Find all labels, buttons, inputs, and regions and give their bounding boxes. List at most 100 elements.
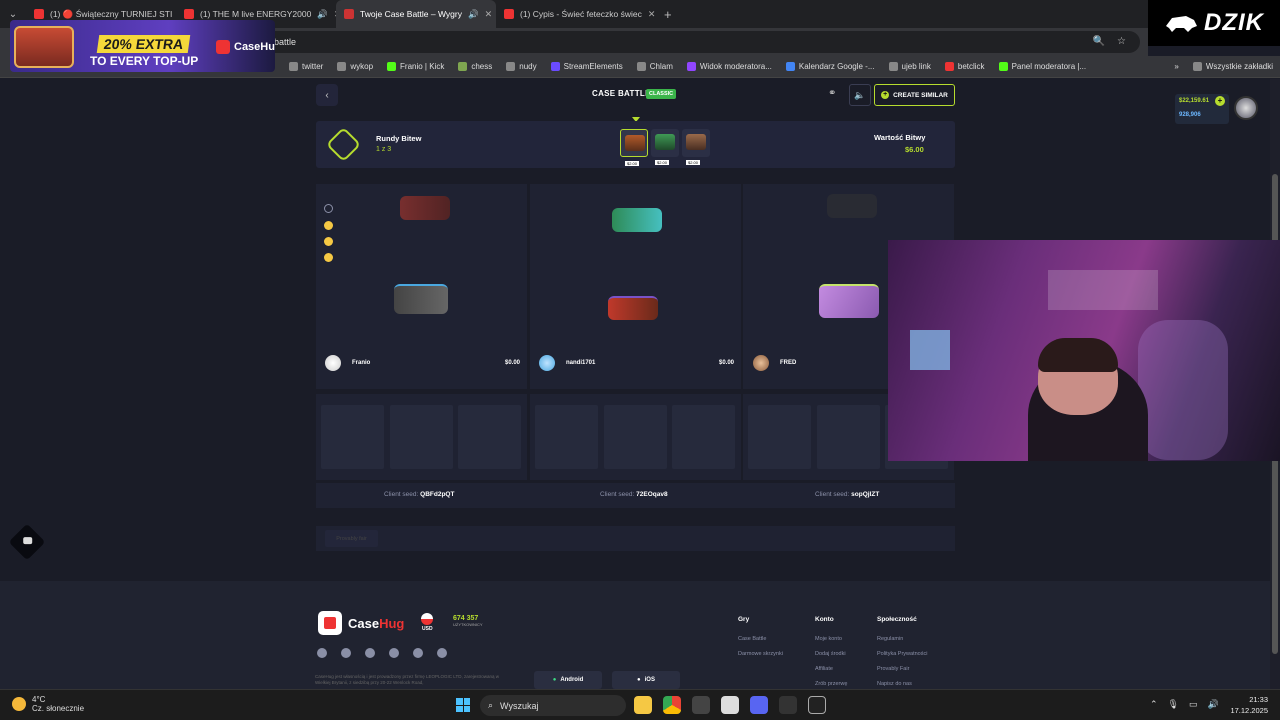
case-thumb[interactable]: $2.00: [682, 129, 710, 165]
user-count-label: UŻYTKOWNICY: [453, 622, 483, 627]
emote-icon[interactable]: [324, 204, 333, 213]
footer-link[interactable]: Affiliate: [815, 666, 833, 672]
tab-case-battle[interactable]: Twoje Case Battle – Wygry 🔊 ✕: [336, 0, 496, 28]
emote-icon[interactable]: [324, 253, 333, 262]
avatar[interactable]: [753, 355, 769, 371]
bookmark-panel-moderatora[interactable]: Panel moderatora |...: [992, 62, 1094, 71]
boar-icon: [1166, 16, 1197, 32]
file-explorer-icon[interactable]: [634, 696, 652, 714]
footer-link[interactable]: Dodaj środki: [815, 651, 846, 657]
speaker-icon[interactable]: 🔊: [317, 9, 328, 20]
user-avatar[interactable]: [1234, 96, 1258, 120]
taskbar-search[interactable]: ⌕ Wyszukaj: [480, 695, 626, 716]
store-label: iOS: [644, 677, 655, 683]
balance-value: $22,159.61: [1179, 98, 1210, 104]
all-bookmarks-folder[interactable]: Wszystkie zakładki: [1186, 62, 1280, 71]
windows-start-icon[interactable]: [456, 698, 470, 712]
epic-games-icon[interactable]: [808, 696, 826, 714]
chevron-up-icon[interactable]: ⌃: [1150, 699, 1158, 710]
bookmark-wykop[interactable]: wykop: [330, 62, 380, 71]
battle-actions-row: Provably fair: [316, 526, 955, 551]
casehug-ad-banner: 20% EXTRA TO EVERY TOP-UP CaseHug: [10, 20, 275, 72]
speaker-icon[interactable]: 🔊: [468, 9, 479, 20]
bookmark-chess[interactable]: chess: [451, 62, 499, 71]
footer-link[interactable]: Napisz do nas: [877, 681, 912, 687]
footer-link[interactable]: Polityka Prywatności: [877, 651, 927, 657]
poland-flag-icon[interactable]: [421, 613, 433, 625]
wallet-widget[interactable]: $22,159.61 + 928,906: [1175, 94, 1229, 124]
footer-link[interactable]: Darmowe skrzynki: [738, 651, 783, 657]
bookmark-streamelements[interactable]: StreamElements: [544, 62, 630, 71]
bookmark-chlam[interactable]: Chlam: [630, 62, 680, 71]
address-field[interactable]: battle 🔍 ☆: [260, 31, 1140, 53]
zoom-icon[interactable]: 🔍: [1093, 36, 1105, 47]
store-label: Android: [560, 677, 584, 683]
discord-icon[interactable]: [389, 648, 399, 658]
temperature: 4°C: [32, 695, 46, 704]
discord-icon[interactable]: [750, 696, 768, 714]
search-placeholder: Wyszukaj: [500, 700, 539, 711]
bookmark-kick[interactable]: Franio | Kick: [380, 62, 451, 71]
rounds-title: Rundy Bitew: [376, 134, 422, 143]
bookmark-kalendarz[interactable]: Kalendarz Google -...: [779, 62, 882, 71]
android-app-button[interactable]: ● Android: [534, 671, 602, 689]
ios-app-button[interactable]: ● iOS: [612, 671, 680, 689]
x-icon[interactable]: [365, 648, 375, 658]
footer-link[interactable]: Provably Fair: [877, 666, 909, 672]
chrome-icon[interactable]: [663, 696, 681, 714]
provably-fair-button[interactable]: Provably fair: [325, 530, 378, 547]
footer-link[interactable]: Moje konto: [815, 636, 842, 642]
casehug-logo-icon: [318, 611, 342, 635]
star-icon[interactable]: ☆: [1117, 36, 1126, 47]
instagram-icon[interactable]: [341, 648, 351, 658]
currency-selector[interactable]: USD: [422, 626, 433, 632]
steam-icon[interactable]: [413, 648, 423, 658]
emote-icon[interactable]: [324, 221, 333, 230]
rounds-count: 1 z 3: [376, 146, 392, 153]
dzik-text: DZIK: [1204, 9, 1264, 36]
item-slot: [458, 405, 521, 469]
weather-widget[interactable]: 4°C Cz. słonecznie: [12, 695, 84, 713]
volume-icon[interactable]: 🔊: [1208, 699, 1219, 710]
rounds-bar: Rundy Bitew 1 z 3 $2.00 $2.00 $2.00: [316, 121, 955, 168]
app-icon[interactable]: [779, 696, 797, 714]
microphone-icon[interactable]: 🎙: [1168, 699, 1179, 710]
network-icon[interactable]: ▭: [1189, 699, 1198, 710]
tab-label: Twoje Case Battle – Wygry: [360, 9, 462, 19]
footer-logo[interactable]: CaseHug: [318, 611, 404, 635]
bookmark-label: Widok moderatora...: [699, 62, 772, 71]
sound-toggle-button[interactable]: 🔈: [849, 84, 871, 106]
avatar[interactable]: [325, 355, 341, 371]
new-tab-button[interactable]: +: [656, 7, 680, 22]
emote-icon[interactable]: [324, 237, 333, 246]
seed-label: Client seed:: [600, 491, 635, 498]
bookmark-label: Franio | Kick: [400, 62, 445, 71]
cam-window: [1048, 270, 1158, 310]
create-similar-button[interactable]: + CREATE SIMILAR: [874, 84, 955, 106]
app-icon[interactable]: [721, 696, 739, 714]
close-tab-icon[interactable]: ✕: [485, 9, 493, 20]
avatar[interactable]: [539, 355, 555, 371]
link-icon[interactable]: ⚭: [828, 88, 836, 99]
case-thumb[interactable]: $2.00: [620, 129, 648, 166]
bookmark-betclick[interactable]: betclick: [938, 62, 992, 71]
add-funds-icon[interactable]: +: [1215, 96, 1225, 106]
facebook-icon[interactable]: [317, 648, 327, 658]
footer-link[interactable]: Zrób przerwę: [815, 681, 847, 687]
bookmark-widok-moderatora[interactable]: Widok moderatora...: [680, 62, 779, 71]
bookmark-twitter[interactable]: twitter: [282, 62, 330, 71]
close-tab-icon[interactable]: ✕: [648, 9, 656, 20]
back-button[interactable]: ‹: [316, 84, 338, 106]
tab-cypis[interactable]: (1) Cypis - Świeć feteczko świec ✕: [496, 0, 656, 28]
case-thumb[interactable]: $2.00: [651, 129, 679, 165]
bookmark-ujeb-link[interactable]: ujeb link: [882, 62, 938, 71]
system-clock[interactable]: 21:33 17.12.2025: [1228, 694, 1268, 716]
more-bookmarks-icon[interactable]: »: [1167, 62, 1185, 71]
bookmark-nudy[interactable]: nudy: [499, 62, 543, 71]
address-text[interactable]: battle: [274, 37, 296, 47]
app-icon[interactable]: [692, 696, 710, 714]
footer-link[interactable]: Regulamin: [877, 636, 903, 642]
telegram-icon[interactable]: [437, 648, 447, 658]
player-value: $0.00: [719, 360, 735, 366]
footer-link[interactable]: Case Battle: [738, 636, 766, 642]
